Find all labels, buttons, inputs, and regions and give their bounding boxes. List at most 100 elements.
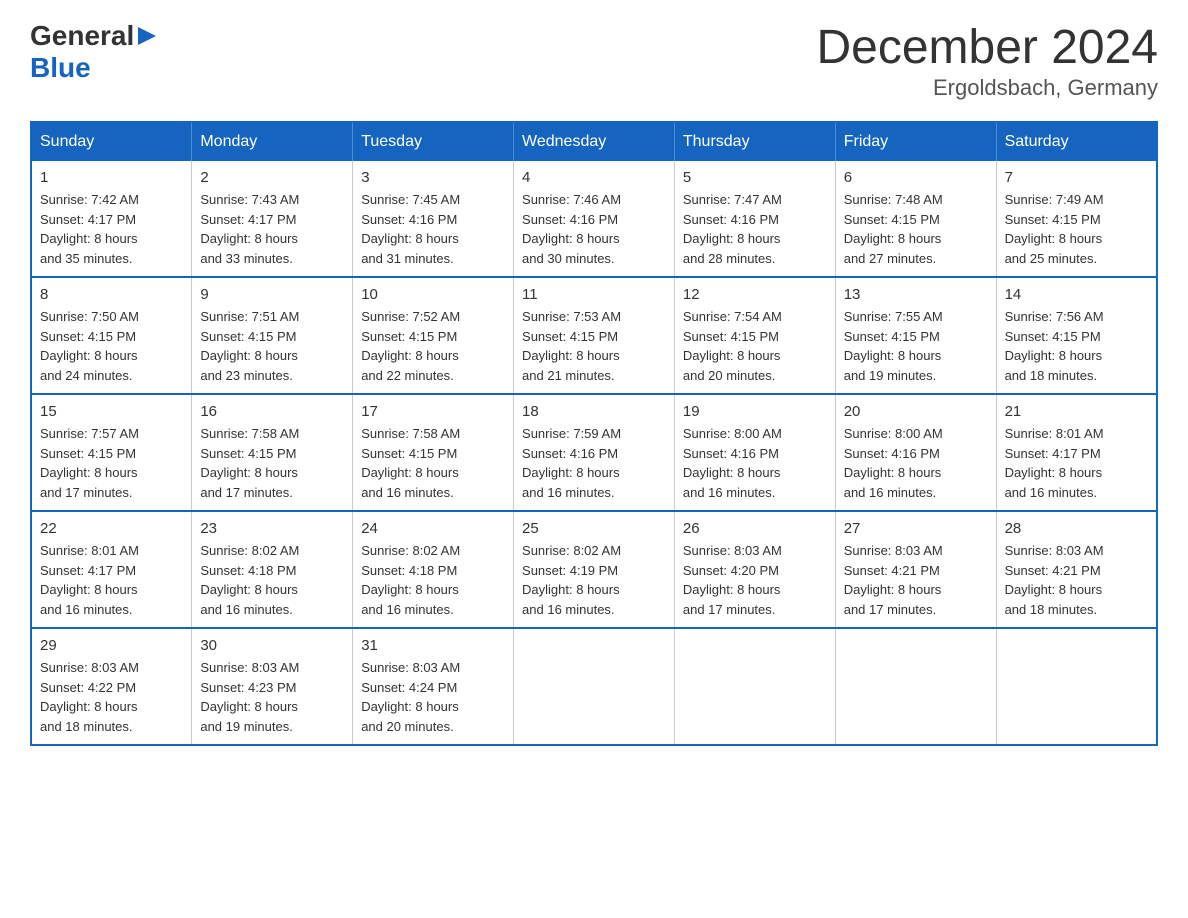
day-info: Sunrise: 8:02 AM Sunset: 4:18 PM Dayligh… [361,541,505,619]
calendar-day-18: 18 Sunrise: 7:59 AM Sunset: 4:16 PM Dayl… [514,394,675,511]
logo-general-text: General [30,20,134,52]
calendar-empty-cell [835,628,996,745]
day-info: Sunrise: 7:55 AM Sunset: 4:15 PM Dayligh… [844,307,988,385]
calendar-week-5: 29 Sunrise: 8:03 AM Sunset: 4:22 PM Dayl… [31,628,1157,745]
calendar-empty-cell [996,628,1157,745]
day-number: 6 [844,169,988,186]
calendar-empty-cell [514,628,675,745]
day-number: 17 [361,403,505,420]
calendar-day-13: 13 Sunrise: 7:55 AM Sunset: 4:15 PM Dayl… [835,277,996,394]
day-info: Sunrise: 7:48 AM Sunset: 4:15 PM Dayligh… [844,190,988,268]
calendar-day-11: 11 Sunrise: 7:53 AM Sunset: 4:15 PM Dayl… [514,277,675,394]
day-info: Sunrise: 7:43 AM Sunset: 4:17 PM Dayligh… [200,190,344,268]
day-number: 11 [522,286,666,303]
calendar-day-3: 3 Sunrise: 7:45 AM Sunset: 4:16 PM Dayli… [353,161,514,277]
calendar-empty-cell [674,628,835,745]
day-info: Sunrise: 7:53 AM Sunset: 4:15 PM Dayligh… [522,307,666,385]
day-info: Sunrise: 8:02 AM Sunset: 4:18 PM Dayligh… [200,541,344,619]
calendar-header-monday: Monday [192,122,353,161]
calendar-week-4: 22 Sunrise: 8:01 AM Sunset: 4:17 PM Dayl… [31,511,1157,628]
day-number: 10 [361,286,505,303]
calendar-day-23: 23 Sunrise: 8:02 AM Sunset: 4:18 PM Dayl… [192,511,353,628]
day-number: 1 [40,169,183,186]
calendar-header-friday: Friday [835,122,996,161]
calendar-day-29: 29 Sunrise: 8:03 AM Sunset: 4:22 PM Dayl… [31,628,192,745]
day-info: Sunrise: 8:01 AM Sunset: 4:17 PM Dayligh… [1005,424,1148,502]
day-number: 5 [683,169,827,186]
day-number: 29 [40,637,183,654]
page-title: December 2024 [816,20,1158,75]
calendar-day-8: 8 Sunrise: 7:50 AM Sunset: 4:15 PM Dayli… [31,277,192,394]
day-info: Sunrise: 7:56 AM Sunset: 4:15 PM Dayligh… [1005,307,1148,385]
day-number: 14 [1005,286,1148,303]
day-number: 21 [1005,403,1148,420]
day-info: Sunrise: 8:01 AM Sunset: 4:17 PM Dayligh… [40,541,183,619]
calendar-week-3: 15 Sunrise: 7:57 AM Sunset: 4:15 PM Dayl… [31,394,1157,511]
day-number: 20 [844,403,988,420]
day-number: 25 [522,520,666,537]
page-subtitle: Ergoldsbach, Germany [816,75,1158,101]
day-number: 31 [361,637,505,654]
calendar-day-30: 30 Sunrise: 8:03 AM Sunset: 4:23 PM Dayl… [192,628,353,745]
day-info: Sunrise: 7:59 AM Sunset: 4:16 PM Dayligh… [522,424,666,502]
title-section: December 2024 Ergoldsbach, Germany [816,20,1158,101]
day-number: 4 [522,169,666,186]
calendar-day-12: 12 Sunrise: 7:54 AM Sunset: 4:15 PM Dayl… [674,277,835,394]
day-info: Sunrise: 8:00 AM Sunset: 4:16 PM Dayligh… [844,424,988,502]
day-number: 18 [522,403,666,420]
calendar-day-20: 20 Sunrise: 8:00 AM Sunset: 4:16 PM Dayl… [835,394,996,511]
calendar-day-4: 4 Sunrise: 7:46 AM Sunset: 4:16 PM Dayli… [514,161,675,277]
day-number: 9 [200,286,344,303]
day-info: Sunrise: 8:03 AM Sunset: 4:24 PM Dayligh… [361,658,505,736]
day-number: 7 [1005,169,1148,186]
calendar-day-7: 7 Sunrise: 7:49 AM Sunset: 4:15 PM Dayli… [996,161,1157,277]
day-info: Sunrise: 7:52 AM Sunset: 4:15 PM Dayligh… [361,307,505,385]
calendar-header-saturday: Saturday [996,122,1157,161]
day-number: 22 [40,520,183,537]
logo-blue-text: Blue [30,52,91,83]
calendar-day-24: 24 Sunrise: 8:02 AM Sunset: 4:18 PM Dayl… [353,511,514,628]
day-info: Sunrise: 8:00 AM Sunset: 4:16 PM Dayligh… [683,424,827,502]
calendar-day-5: 5 Sunrise: 7:47 AM Sunset: 4:16 PM Dayli… [674,161,835,277]
calendar-day-28: 28 Sunrise: 8:03 AM Sunset: 4:21 PM Dayl… [996,511,1157,628]
calendar-table: SundayMondayTuesdayWednesdayThursdayFrid… [30,121,1158,746]
day-info: Sunrise: 7:51 AM Sunset: 4:15 PM Dayligh… [200,307,344,385]
calendar-day-27: 27 Sunrise: 8:03 AM Sunset: 4:21 PM Dayl… [835,511,996,628]
logo-triangle-icon [138,27,156,50]
logo: General Blue [30,20,156,84]
calendar-header-sunday: Sunday [31,122,192,161]
day-info: Sunrise: 7:58 AM Sunset: 4:15 PM Dayligh… [200,424,344,502]
calendar-week-2: 8 Sunrise: 7:50 AM Sunset: 4:15 PM Dayli… [31,277,1157,394]
calendar-day-9: 9 Sunrise: 7:51 AM Sunset: 4:15 PM Dayli… [192,277,353,394]
day-number: 8 [40,286,183,303]
day-info: Sunrise: 8:03 AM Sunset: 4:21 PM Dayligh… [1005,541,1148,619]
day-number: 30 [200,637,344,654]
day-number: 19 [683,403,827,420]
calendar-day-31: 31 Sunrise: 8:03 AM Sunset: 4:24 PM Dayl… [353,628,514,745]
day-number: 13 [844,286,988,303]
calendar-header-thursday: Thursday [674,122,835,161]
calendar-day-10: 10 Sunrise: 7:52 AM Sunset: 4:15 PM Dayl… [353,277,514,394]
calendar-header-row: SundayMondayTuesdayWednesdayThursdayFrid… [31,122,1157,161]
calendar-header-tuesday: Tuesday [353,122,514,161]
calendar-day-14: 14 Sunrise: 7:56 AM Sunset: 4:15 PM Dayl… [996,277,1157,394]
day-number: 27 [844,520,988,537]
day-info: Sunrise: 8:03 AM Sunset: 4:23 PM Dayligh… [200,658,344,736]
day-number: 12 [683,286,827,303]
day-number: 28 [1005,520,1148,537]
day-number: 15 [40,403,183,420]
day-number: 16 [200,403,344,420]
day-info: Sunrise: 8:03 AM Sunset: 4:21 PM Dayligh… [844,541,988,619]
calendar-day-17: 17 Sunrise: 7:58 AM Sunset: 4:15 PM Dayl… [353,394,514,511]
day-number: 23 [200,520,344,537]
day-info: Sunrise: 8:03 AM Sunset: 4:20 PM Dayligh… [683,541,827,619]
calendar-day-21: 21 Sunrise: 8:01 AM Sunset: 4:17 PM Dayl… [996,394,1157,511]
calendar-day-6: 6 Sunrise: 7:48 AM Sunset: 4:15 PM Dayli… [835,161,996,277]
calendar-day-25: 25 Sunrise: 8:02 AM Sunset: 4:19 PM Dayl… [514,511,675,628]
day-info: Sunrise: 7:47 AM Sunset: 4:16 PM Dayligh… [683,190,827,268]
day-info: Sunrise: 8:02 AM Sunset: 4:19 PM Dayligh… [522,541,666,619]
day-number: 2 [200,169,344,186]
day-number: 3 [361,169,505,186]
calendar-day-19: 19 Sunrise: 8:00 AM Sunset: 4:16 PM Dayl… [674,394,835,511]
calendar-day-16: 16 Sunrise: 7:58 AM Sunset: 4:15 PM Dayl… [192,394,353,511]
